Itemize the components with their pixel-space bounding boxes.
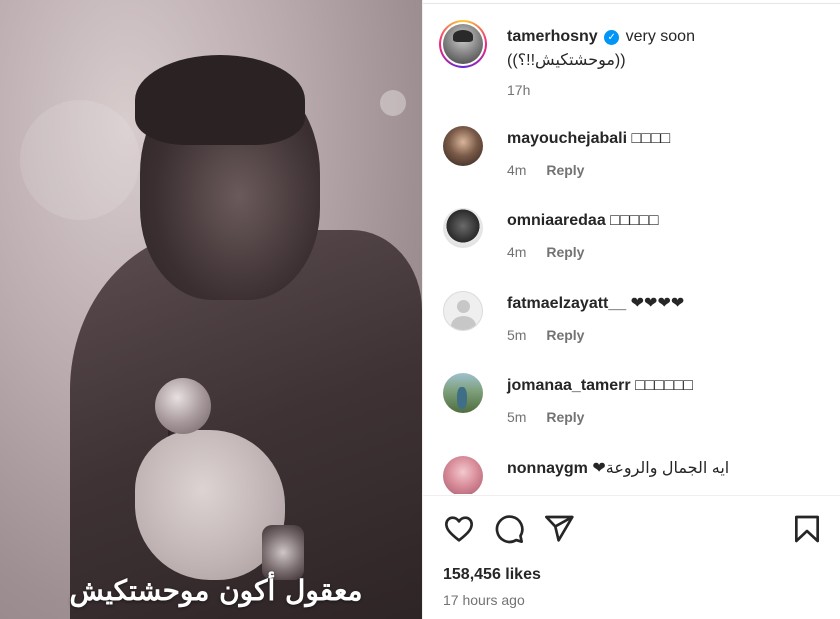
- comment-item: nonnaygm ايه الجمال والروعة❤: [443, 456, 824, 494]
- comment-time: 4m: [507, 162, 527, 178]
- default-avatar-icon[interactable]: [443, 291, 483, 331]
- comment-body: ❤❤❤❤: [630, 295, 685, 312]
- heart-icon[interactable]: [443, 513, 475, 545]
- reply-button[interactable]: Reply: [546, 244, 584, 260]
- caption-text: tamerhosny ✓ very soon ((موحشتكيش!!؟)): [507, 26, 824, 72]
- reply-button[interactable]: Reply: [546, 409, 584, 425]
- bookmark-icon[interactable]: [791, 513, 823, 545]
- reply-button[interactable]: Reply: [546, 162, 584, 178]
- author-username[interactable]: tamerhosny: [507, 28, 598, 45]
- comment-meta: 5m Reply: [507, 327, 584, 343]
- comment-username[interactable]: omniaaredaa: [507, 212, 606, 229]
- post-caption: tamerhosny ✓ very soon ((موحشتكيش!!؟)) 1…: [439, 20, 824, 104]
- comment-time: 5m: [507, 327, 527, 343]
- comment-text: nonnaygm ايه الجمال والروعة❤: [507, 458, 824, 480]
- author-avatar[interactable]: [443, 24, 483, 64]
- comment-meta: 4m Reply: [507, 162, 584, 178]
- comment-item: omniaaredaa □□□□□ 4m Reply: [443, 208, 824, 268]
- likes-count[interactable]: 158,456 likes: [443, 566, 541, 584]
- comment-text: jomanaa_tamerr □□□□□□: [507, 375, 824, 397]
- bokeh-light: [20, 100, 140, 220]
- comment-body: ايه الجمال والروعة❤: [592, 460, 730, 477]
- verified-badge-icon: ✓: [604, 30, 620, 45]
- share-icon[interactable]: [543, 513, 575, 545]
- comment-text: mayouchejabali □□□□: [507, 128, 824, 150]
- commenter-avatar[interactable]: [443, 208, 483, 248]
- comment-body: □□□□□: [610, 212, 659, 229]
- singer-hair: [135, 55, 305, 145]
- comment-time: 4m: [507, 244, 527, 260]
- comment-time: 5m: [507, 409, 527, 425]
- comment-body: □□□□□□: [635, 377, 694, 394]
- comments-list[interactable]: tamerhosny ✓ very soon ((موحشتكيش!!؟)) 1…: [423, 4, 840, 494]
- comment-item: fatmaelzayatt__ ❤❤❤❤ 5m Reply: [443, 291, 824, 351]
- actions-divider: [423, 495, 840, 496]
- caption-line-2: ((موحشتكيش!!؟)): [507, 52, 626, 69]
- comment-username[interactable]: fatmaelzayatt__: [507, 295, 626, 312]
- comment-item: jomanaa_tamerr □□□□□□ 5m Reply: [443, 373, 824, 433]
- comment-item: mayouchejabali □□□□ 4m Reply: [443, 126, 824, 186]
- comment-text: omniaaredaa □□□□□: [507, 210, 824, 232]
- comment-meta: 4m Reply: [507, 244, 584, 260]
- post-media[interactable]: معقول أكون موحشتكيش: [0, 0, 422, 619]
- wristwatch: [262, 525, 304, 580]
- bokeh-light: [380, 90, 406, 116]
- microphone-head: [155, 378, 211, 434]
- comment-icon[interactable]: [493, 513, 525, 545]
- comment-username[interactable]: mayouchejabali: [507, 130, 627, 147]
- post-timestamp[interactable]: 17 hours ago: [443, 592, 525, 608]
- story-ring[interactable]: [439, 20, 487, 68]
- commenter-avatar[interactable]: [443, 126, 483, 166]
- post-panel: tamerhosny ✓ very soon ((موحشتكيش!!؟)) 1…: [422, 0, 840, 619]
- comment-username[interactable]: jomanaa_tamerr: [507, 377, 631, 394]
- comment-username[interactable]: nonnaygm: [507, 460, 588, 477]
- comment-meta: 5m Reply: [507, 409, 584, 425]
- commenter-avatar[interactable]: [443, 373, 483, 413]
- reply-button[interactable]: Reply: [546, 327, 584, 343]
- media-caption-overlay: معقول أكون موحشتكيش: [69, 574, 363, 607]
- comment-body: □□□□: [631, 130, 671, 147]
- caption-line-1: very soon: [625, 28, 695, 45]
- commenter-avatar[interactable]: [443, 456, 483, 494]
- comment-text: fatmaelzayatt__ ❤❤❤❤: [507, 293, 824, 315]
- caption-time: 17h: [507, 82, 531, 98]
